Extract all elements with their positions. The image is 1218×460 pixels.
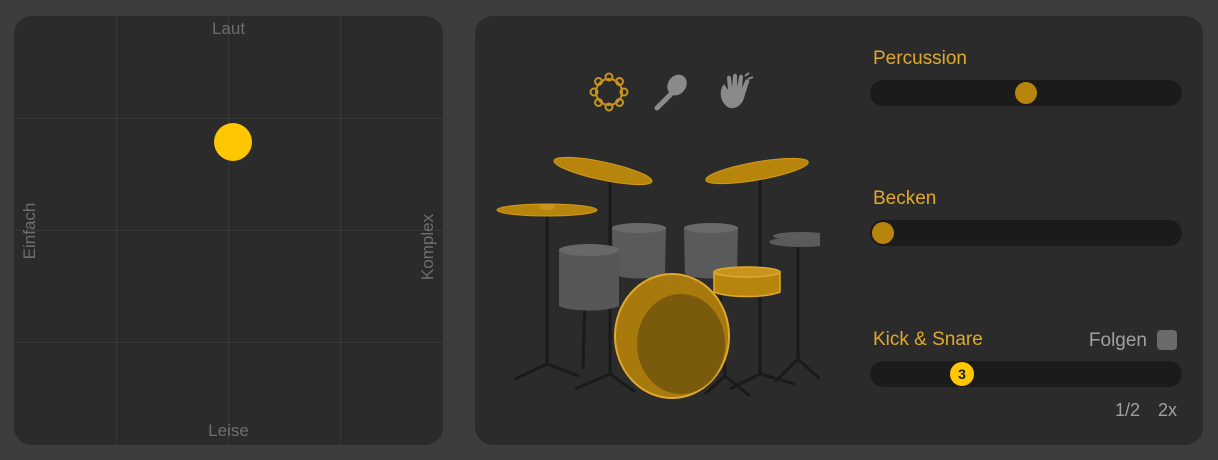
half-speed-button[interactable]: 1/2 <box>1115 400 1140 421</box>
drum-kit-illustration <box>496 156 820 399</box>
grid-line <box>14 342 443 343</box>
follow-label: Folgen <box>1088 330 1147 351</box>
tambourine-icon[interactable] <box>587 70 631 114</box>
pad-label-top: Laut <box>211 19 246 38</box>
becken-label: Becken <box>873 188 937 209</box>
shaker-icon[interactable] <box>651 72 691 112</box>
pad-puck[interactable] <box>214 123 252 161</box>
grid-line <box>14 118 443 119</box>
hand-clap-icon[interactable] <box>715 72 755 112</box>
becken-slider[interactable] <box>870 220 1182 246</box>
percussion-slider-knob[interactable] <box>1015 82 1037 104</box>
kick-snare-slider-knob[interactable]: 3 <box>950 362 974 386</box>
grid-line <box>14 230 443 231</box>
kick-snare-label: Kick & Snare <box>873 329 983 350</box>
double-speed-button[interactable]: 2x <box>1158 400 1177 421</box>
complexity-loudness-pad[interactable]: Laut Leise Einfach Komplex <box>14 16 443 445</box>
drummer-kit-panel: Percussion Becken Kick & Snare Folgen 3 … <box>475 16 1203 445</box>
pad-label-right: Komplex <box>418 213 437 281</box>
pad-label-left: Einfach <box>20 202 39 260</box>
kick-snare-slider[interactable]: 3 <box>870 361 1182 387</box>
percussion-slider[interactable] <box>870 80 1182 106</box>
percussion-label: Percussion <box>873 48 967 69</box>
follow-checkbox[interactable] <box>1157 330 1177 350</box>
pad-label-bottom: Leise <box>208 421 249 440</box>
becken-slider-knob[interactable] <box>872 222 894 244</box>
